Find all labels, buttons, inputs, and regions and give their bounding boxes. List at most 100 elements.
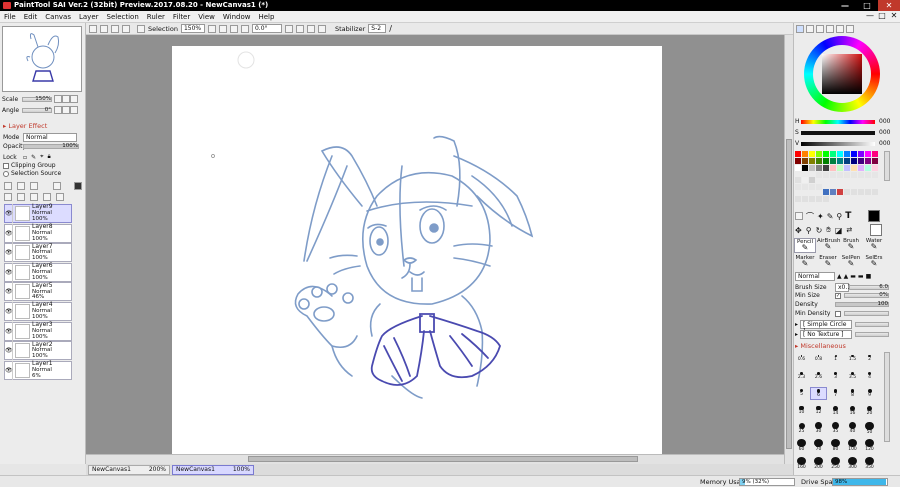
- color-swatch[interactable]: [837, 172, 843, 178]
- angle-slider[interactable]: 0°: [22, 107, 52, 113]
- brush-size-preset[interactable]: 10: [793, 404, 810, 417]
- brush-tip-5-icon[interactable]: ■: [866, 273, 872, 280]
- stabilizer-select[interactable]: S-2: [368, 24, 387, 33]
- lock-transparency-icon[interactable]: ▫: [23, 154, 27, 161]
- brush-size-preset[interactable]: 200: [810, 456, 827, 470]
- layer-row[interactable]: 👁︎ Layer8 Normal 100%: [4, 223, 72, 243]
- brush-size-preset[interactable]: 4: [861, 369, 878, 382]
- color-swatch[interactable]: [851, 189, 857, 195]
- canvas-tab-1[interactable]: NewCanvas1 200%: [88, 464, 170, 475]
- menu-filter[interactable]: Filter: [173, 13, 190, 21]
- foreground-color-swatch[interactable]: [868, 210, 881, 222]
- layer-row[interactable]: 👁︎ Layer7 Normal 100%: [4, 243, 72, 263]
- color-swatch[interactable]: [802, 165, 808, 171]
- zoom-select[interactable]: 150%: [180, 24, 205, 33]
- menu-canvas[interactable]: Canvas: [45, 13, 71, 21]
- move-icon[interactable]: ✥: [795, 226, 802, 235]
- menu-ruler[interactable]: Ruler: [147, 13, 165, 21]
- brush-size-preset[interactable]: 70: [810, 439, 827, 452]
- blend-mode-select[interactable]: Normal: [23, 133, 77, 142]
- new-layer-button[interactable]: [4, 182, 12, 190]
- color-swatch[interactable]: [823, 158, 829, 164]
- zoom-actual-button[interactable]: [240, 24, 249, 33]
- brush-size-preset[interactable]: 14: [827, 404, 844, 417]
- layer-effect-title[interactable]: ▸ Layer Effect: [3, 122, 47, 130]
- layer-row[interactable]: 👁︎ Layer6 Normal 100%: [4, 263, 72, 282]
- color-swatch[interactable]: [837, 151, 843, 157]
- text-icon[interactable]: T: [845, 211, 851, 221]
- visibility-eye-icon[interactable]: 👁︎: [5, 282, 13, 302]
- zoom-fit-button[interactable]: [229, 24, 238, 33]
- menu-view[interactable]: View: [198, 13, 215, 21]
- color-swatch[interactable]: [830, 189, 836, 195]
- brush-size-preset[interactable]: 300: [844, 456, 861, 470]
- horizontal-scrollbar[interactable]: [86, 454, 784, 464]
- new-layer-set-button[interactable]: [17, 182, 25, 190]
- brush-size-preset[interactable]: 350: [861, 456, 878, 470]
- color-swatch[interactable]: [872, 151, 878, 157]
- vertical-scrollbar[interactable]: [784, 35, 793, 464]
- color-swatch[interactable]: [851, 158, 857, 164]
- color-swatch[interactable]: [802, 151, 808, 157]
- brush-size-preset[interactable]: 3: [827, 369, 844, 382]
- color-swatch[interactable]: [809, 184, 815, 190]
- eyedropper-icon[interactable]: ⚲: [836, 212, 842, 221]
- rgb-slider-tab[interactable]: [806, 25, 814, 33]
- deselect-button[interactable]: [111, 24, 119, 33]
- brush-size-preset[interactable]: 2: [861, 352, 878, 365]
- clipping-checkbox[interactable]: [3, 162, 9, 169]
- color-swatch[interactable]: [795, 184, 801, 190]
- undo-button[interactable]: [89, 24, 97, 33]
- delete-layer-button[interactable]: [56, 193, 64, 201]
- zoom-icon[interactable]: ⚲: [806, 226, 812, 235]
- color-swatch[interactable]: [809, 177, 815, 183]
- zoom-out-tb-button[interactable]: [207, 24, 216, 33]
- color-swatch[interactable]: [830, 172, 836, 178]
- brush-size-preset[interactable]: 2.6: [810, 369, 827, 382]
- color-swatch[interactable]: [865, 189, 871, 195]
- rotate-reset-button[interactable]: [70, 106, 78, 114]
- color-swatch[interactable]: [816, 172, 822, 178]
- color-swatch[interactable]: [865, 158, 871, 164]
- color-swatch[interactable]: [865, 151, 871, 157]
- brush-size-preset[interactable]: 80: [827, 439, 844, 452]
- canvas-paper[interactable]: [172, 46, 662, 454]
- rotate-ccw-button[interactable]: [284, 24, 293, 33]
- hue-wheel[interactable]: [804, 36, 880, 112]
- miscellaneous-title[interactable]: ▸ Miscellaneous: [795, 342, 846, 350]
- tool-brush[interactable]: Brush ✎: [840, 238, 862, 253]
- color-swatch[interactable]: [802, 196, 808, 202]
- color-swatch[interactable]: [795, 177, 801, 183]
- zoom-in-button[interactable]: [62, 95, 70, 103]
- brush-tip-2-icon[interactable]: ▲: [844, 273, 849, 280]
- s-value[interactable]: 000: [879, 129, 890, 136]
- color-swatch[interactable]: [837, 165, 843, 171]
- add-mask-button[interactable]: [17, 193, 25, 201]
- brush-texture-strength[interactable]: [855, 332, 889, 337]
- brush-size-preset[interactable]: 100: [844, 439, 861, 452]
- brush-texture-select[interactable]: [ No Texture ]: [800, 330, 852, 339]
- brush-size-preset[interactable]: 0.8: [810, 352, 827, 365]
- menu-edit[interactable]: Edit: [24, 13, 38, 21]
- color-swatch[interactable]: [865, 172, 871, 178]
- zoom-reset-button[interactable]: [70, 95, 78, 103]
- color-swatch[interactable]: [858, 151, 864, 157]
- mask-link-button[interactable]: [30, 193, 38, 201]
- zoom-in-tb-button[interactable]: [218, 24, 227, 33]
- brush-size-preset[interactable]: 5: [793, 387, 810, 400]
- menu-window[interactable]: Window: [223, 13, 251, 21]
- color-swatch[interactable]: [851, 151, 857, 157]
- color-swatch[interactable]: [809, 165, 815, 171]
- menu-layer[interactable]: Layer: [79, 13, 99, 21]
- layer-row[interactable]: 👁︎ Layer9 Normal 100%: [4, 204, 72, 223]
- opacity-slider[interactable]: 100%: [23, 143, 79, 149]
- color-swatch[interactable]: [872, 189, 878, 195]
- min-density-checkbox[interactable]: [835, 310, 841, 317]
- selection-source-row[interactable]: Selection Source: [3, 170, 61, 177]
- brush-size-preset[interactable]: 9: [861, 387, 878, 400]
- visibility-eye-icon[interactable]: 👁︎: [5, 360, 13, 380]
- color-swatch[interactable]: [830, 151, 836, 157]
- tool-selers[interactable]: SelErs ✎: [863, 255, 885, 268]
- close-button[interactable]: ✕: [878, 0, 900, 11]
- value-slider[interactable]: [801, 141, 875, 146]
